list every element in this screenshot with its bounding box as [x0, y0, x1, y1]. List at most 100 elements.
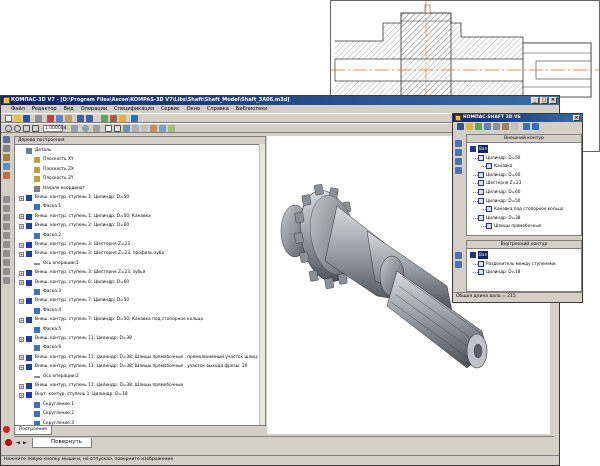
shaft-save-icon[interactable]	[457, 123, 464, 130]
menu-operations[interactable]: Операции	[81, 105, 107, 113]
copy-icon[interactable]	[56, 115, 63, 122]
redo-icon[interactable]	[86, 115, 93, 122]
paste-icon[interactable]	[65, 115, 72, 122]
scale-input[interactable]: 1.000004	[43, 125, 66, 132]
shaft-step-cone-icon[interactable]	[455, 149, 462, 156]
shaft-3d-icon[interactable]	[493, 123, 500, 130]
stop-icon[interactable]	[5, 439, 12, 446]
new-file-icon[interactable]	[5, 115, 12, 122]
tool-revolve-icon[interactable]	[3, 214, 10, 221]
menu-specification[interactable]: Спецификация	[114, 105, 154, 113]
tree-expand-icon[interactable]: +	[19, 270, 24, 276]
menu-edit[interactable]: Редактор	[32, 105, 57, 113]
cut-view-icon[interactable]	[141, 125, 148, 132]
tool-array-icon[interactable]	[3, 196, 10, 203]
tree-expand-icon[interactable]: +	[19, 355, 24, 361]
shaft-step-thread-icon[interactable]	[455, 167, 462, 174]
tool-measure-icon[interactable]	[3, 172, 10, 179]
shaft-inner-cylinder-icon[interactable]	[455, 252, 462, 259]
tree-expand-icon[interactable]: +	[19, 214, 24, 220]
menu-libraries[interactable]: Библиотеки	[236, 105, 268, 113]
menu-file[interactable]: Файл	[11, 105, 25, 113]
rotate-icon[interactable]	[82, 125, 89, 132]
tree-tab[interactable]: Построение	[14, 426, 52, 435]
tool-sweep-icon[interactable]	[3, 232, 10, 239]
tree-expand-icon[interactable]: +	[19, 280, 24, 286]
shaft-table-icon[interactable]	[511, 123, 518, 130]
menu-view[interactable]: Вид	[64, 105, 74, 113]
menu-window[interactable]: Окно	[187, 105, 200, 113]
tree-expand-icon[interactable]: +	[19, 364, 24, 370]
chamfer-icon	[34, 204, 40, 211]
tree-expand-icon[interactable]: +	[19, 383, 24, 389]
tool-fillet-icon[interactable]	[3, 250, 10, 257]
zoom-out-icon[interactable]	[14, 125, 21, 132]
tree-expand-icon[interactable]: +	[19, 195, 24, 201]
measure-icon[interactable]	[150, 125, 157, 132]
shaft-calc-icon[interactable]	[475, 123, 482, 130]
tree-icon[interactable]	[110, 115, 117, 122]
tree-expand-icon[interactable]: +	[19, 242, 24, 248]
tree-expand-icon[interactable]: +	[19, 223, 24, 229]
perspective-icon[interactable]	[132, 125, 139, 132]
tool-curves-icon[interactable]	[3, 163, 10, 170]
tool-extrude-icon[interactable]	[3, 205, 10, 212]
tree-expand-icon[interactable]: +	[19, 251, 24, 257]
compact-toolbar	[3, 136, 12, 436]
undo-icon[interactable]	[77, 115, 84, 122]
shaft-close-button[interactable]: ×	[573, 115, 580, 121]
tool-shell-icon[interactable]	[3, 277, 10, 284]
menu-service[interactable]: Сервис	[161, 105, 180, 113]
orientation-icon[interactable]	[93, 125, 100, 132]
shaft-app-icon	[455, 115, 461, 121]
tool-sketch-icon[interactable]	[3, 145, 10, 152]
tree-panel: Дерево построения Деталь Плоскость XY Плос…	[14, 136, 266, 426]
tree-expand-icon[interactable]: +	[19, 392, 24, 398]
maximize-button[interactable]: □	[540, 97, 548, 104]
filter-icon[interactable]	[168, 125, 175, 132]
zoom-window-icon[interactable]	[23, 125, 30, 132]
axis-icon	[34, 262, 40, 265]
tool-edit-icon[interactable]	[3, 154, 10, 161]
shaft-info-icon[interactable]	[532, 123, 539, 130]
shaft-inner-cone-icon[interactable]	[455, 261, 462, 268]
help-icon[interactable]	[131, 115, 138, 122]
rotate-tab[interactable]: Повернуть	[32, 438, 92, 448]
shaft-settings-icon[interactable]	[502, 123, 509, 130]
properties-icon[interactable]	[101, 115, 108, 122]
zoom-all-icon[interactable]	[32, 125, 39, 132]
shaft-help-icon[interactable]	[523, 123, 530, 130]
tree-expand-icon[interactable]: +	[19, 317, 24, 323]
close-button[interactable]: ×	[549, 97, 557, 104]
zoom-in-icon[interactable]	[5, 125, 12, 132]
open-file-icon[interactable]	[14, 115, 21, 122]
tool-chamfer-icon[interactable]	[3, 241, 10, 248]
shaded-icon[interactable]	[123, 125, 130, 132]
tool-operations-icon[interactable]	[3, 136, 10, 143]
tool-hole-icon[interactable]	[3, 259, 10, 266]
tab-scroll-left-icon[interactable]: ◄	[16, 440, 22, 446]
tool-rib-icon[interactable]	[3, 268, 10, 275]
pan-icon[interactable]	[71, 125, 78, 132]
wireframe-icon[interactable]	[105, 125, 112, 132]
shaft-open-icon[interactable]	[466, 123, 473, 130]
library-icon[interactable]	[119, 115, 126, 122]
tree-item-label: Фаска:4	[43, 307, 62, 313]
tool-loft-icon[interactable]	[3, 223, 10, 230]
print-icon[interactable]	[35, 115, 42, 122]
hidden-lines-icon[interactable]	[114, 125, 121, 132]
tree-expand-icon[interactable]: +	[19, 336, 24, 342]
tree-expand-icon[interactable]: +	[19, 298, 24, 304]
shaft-draw-icon[interactable]	[484, 123, 491, 130]
tab-scroll-right-icon[interactable]: ►	[23, 440, 29, 446]
tool-stop-icon[interactable]	[3, 426, 10, 433]
minimize-button[interactable]: _	[531, 97, 539, 104]
cut-icon[interactable]	[47, 115, 54, 122]
tree-item-label: Внут. контур, ступень 1: Цилиндр: D=18	[35, 392, 128, 398]
shaft-step-cylinder-icon[interactable]	[455, 140, 462, 147]
menu-help[interactable]: Справка	[207, 105, 229, 113]
shaft-step-gear-icon[interactable]	[455, 158, 462, 165]
tree-scrollbar[interactable]	[259, 144, 265, 425]
save-icon[interactable]	[23, 115, 30, 122]
select-icon[interactable]	[159, 125, 166, 132]
